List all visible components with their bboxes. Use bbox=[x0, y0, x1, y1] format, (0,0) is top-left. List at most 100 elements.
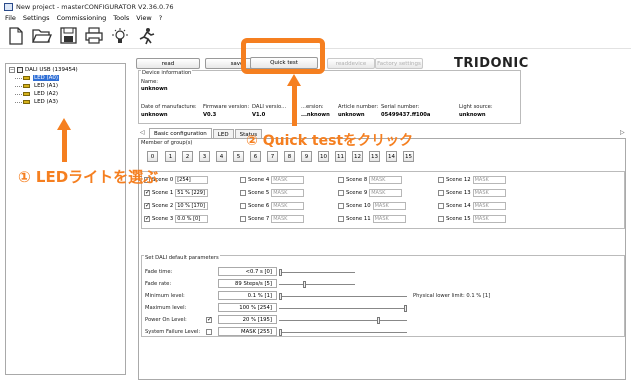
scene-14-checkbox[interactable] bbox=[438, 203, 444, 209]
scene-5-value[interactable]: MASK bbox=[271, 189, 305, 197]
dali-defaults-group: Set DALI default parameters Fade time: <… bbox=[141, 255, 625, 337]
scene-6-checkbox[interactable] bbox=[240, 203, 246, 209]
scene-6-value[interactable]: MASK bbox=[271, 202, 305, 210]
name-value: unknown bbox=[141, 86, 168, 92]
tree-item-label: LED (A1) bbox=[34, 83, 59, 89]
group-button-1[interactable]: 1 bbox=[165, 151, 176, 162]
light-bulb-icon[interactable] bbox=[110, 26, 130, 46]
scene-15-checkbox[interactable] bbox=[438, 216, 444, 222]
scene-11-checkbox[interactable] bbox=[338, 216, 344, 222]
print-icon[interactable] bbox=[84, 26, 104, 46]
scene-label: Scene 4 bbox=[248, 177, 270, 183]
scene-2-checkbox[interactable]: ✓ bbox=[144, 203, 150, 209]
group-button-3[interactable]: 3 bbox=[199, 151, 210, 162]
scene-5-checkbox[interactable] bbox=[240, 190, 246, 196]
menu-tools[interactable]: Tools bbox=[113, 14, 129, 22]
new-file-icon[interactable] bbox=[6, 26, 26, 46]
collapse-icon[interactable]: − bbox=[9, 67, 15, 73]
scene-7-value[interactable]: MASK bbox=[271, 215, 305, 223]
scene-9-value[interactable]: MASK bbox=[369, 189, 403, 197]
scene-10-row: Scene 10 MASK bbox=[338, 202, 406, 210]
slider-thumb[interactable] bbox=[279, 269, 282, 276]
readdevice-button[interactable]: readdevice bbox=[327, 58, 375, 69]
scene-4-value[interactable]: MASK bbox=[271, 176, 305, 184]
scene-13-value[interactable]: MASK bbox=[472, 189, 506, 197]
scene-8-checkbox[interactable] bbox=[338, 177, 344, 183]
maximum-level-slider[interactable] bbox=[279, 305, 407, 312]
slider-thumb[interactable] bbox=[279, 293, 282, 300]
menu-help[interactable]: ? bbox=[159, 14, 162, 22]
scene-12-checkbox[interactable] bbox=[438, 177, 444, 183]
scene-3-value[interactable]: 0.0 % [0] bbox=[175, 215, 209, 223]
fade-time-slider[interactable] bbox=[279, 269, 355, 276]
brand-logo: TRIDONIC bbox=[454, 56, 529, 71]
group-button-9[interactable]: 9 bbox=[301, 151, 312, 162]
tree-item-led-a1[interactable]: LED (A1) bbox=[15, 82, 78, 90]
scene-8-value[interactable]: MASK bbox=[369, 176, 403, 184]
group-button-15[interactable]: 15 bbox=[403, 151, 414, 162]
group-button-0[interactable]: 0 bbox=[147, 151, 158, 162]
name-label: Name: bbox=[141, 79, 159, 85]
slider-thumb[interactable] bbox=[303, 281, 306, 288]
save-icon[interactable] bbox=[58, 26, 78, 46]
scene-10-value[interactable]: MASK bbox=[372, 202, 406, 210]
group-button-12[interactable]: 12 bbox=[352, 151, 363, 162]
group-button-2[interactable]: 2 bbox=[182, 151, 193, 162]
arrow-shaft bbox=[292, 84, 297, 126]
open-folder-icon[interactable] bbox=[32, 26, 52, 46]
scene-9-checkbox[interactable] bbox=[338, 190, 344, 196]
slider-thumb[interactable] bbox=[279, 329, 282, 336]
scene-1-checkbox[interactable]: ✓ bbox=[144, 190, 150, 196]
factory-settings-button[interactable]: Factory settings bbox=[375, 58, 423, 69]
group-button-7[interactable]: 7 bbox=[267, 151, 278, 162]
scene-11-value[interactable]: MASK bbox=[372, 215, 406, 223]
fade-rate-slider[interactable] bbox=[279, 281, 355, 288]
slider-thumb[interactable] bbox=[404, 305, 407, 312]
scene-13-checkbox[interactable] bbox=[438, 190, 444, 196]
tree-root[interactable]: − DALI USB (139454) bbox=[9, 66, 78, 74]
tree-item-led-a3[interactable]: LED (A3) bbox=[15, 98, 78, 106]
fade-time-value: <0.7 s [0] bbox=[218, 267, 277, 276]
scene-14-value[interactable]: MASK bbox=[472, 202, 506, 210]
tree-item-led-a2[interactable]: LED (A2) bbox=[15, 90, 78, 98]
scene-4-checkbox[interactable] bbox=[240, 177, 246, 183]
group-button-14[interactable]: 14 bbox=[386, 151, 397, 162]
slider-thumb[interactable] bbox=[377, 317, 380, 324]
scene-7-checkbox[interactable] bbox=[240, 216, 246, 222]
scene-12-value[interactable]: MASK bbox=[472, 176, 506, 184]
group-button-5[interactable]: 5 bbox=[233, 151, 244, 162]
tab-scroll-right-icon[interactable]: ▷ bbox=[620, 129, 625, 136]
scenes-group: Scene 0 [254] ✓ Scene 1 51 % [229] ✓ Sce… bbox=[141, 171, 625, 229]
group-button-8[interactable]: 8 bbox=[284, 151, 295, 162]
group-button-11[interactable]: 11 bbox=[335, 151, 346, 162]
menu-file[interactable]: File bbox=[5, 14, 16, 22]
tree-root-label: DALI USB (139454) bbox=[25, 67, 78, 73]
scene-10-checkbox[interactable] bbox=[338, 203, 344, 209]
scene-3-checkbox[interactable]: ✓ bbox=[144, 216, 150, 222]
menu-settings[interactable]: Settings bbox=[23, 14, 50, 22]
power-on-level-checkbox[interactable]: ✓ bbox=[206, 317, 212, 323]
scene-1-value[interactable]: 51 % [229] bbox=[175, 189, 209, 197]
led-icon bbox=[23, 84, 30, 88]
minimum-level-slider[interactable] bbox=[279, 293, 407, 300]
scene-15-value[interactable]: MASK bbox=[472, 215, 506, 223]
run-icon[interactable] bbox=[136, 26, 156, 46]
read-button[interactable]: read bbox=[136, 58, 200, 69]
scene-2-value[interactable]: 10 % [170] bbox=[175, 202, 209, 210]
menu-view[interactable]: View bbox=[136, 14, 151, 22]
step2-annotation: ② Quick testをクリック bbox=[246, 133, 414, 149]
group-button-6[interactable]: 6 bbox=[250, 151, 261, 162]
group-button-13[interactable]: 13 bbox=[369, 151, 380, 162]
system-failure-checkbox[interactable] bbox=[206, 329, 212, 335]
tree-item-led-a0[interactable]: LED (A0) bbox=[15, 74, 78, 82]
menu-commissioning[interactable]: Commissioning bbox=[57, 14, 107, 22]
scene-label: Scene 12 bbox=[446, 177, 471, 183]
scene-9-row: Scene 9 MASK bbox=[338, 189, 403, 197]
scene-0-value[interactable]: [254] bbox=[175, 176, 209, 184]
group-button-10[interactable]: 10 bbox=[318, 151, 329, 162]
tab-scroll-left-icon[interactable]: ◁ bbox=[140, 129, 145, 136]
group-button-4[interactable]: 4 bbox=[216, 151, 227, 162]
power-on-level-slider[interactable] bbox=[279, 317, 407, 324]
system-failure-slider[interactable] bbox=[279, 329, 407, 336]
scene-2-row: ✓ Scene 2 10 % [170] bbox=[144, 202, 209, 210]
